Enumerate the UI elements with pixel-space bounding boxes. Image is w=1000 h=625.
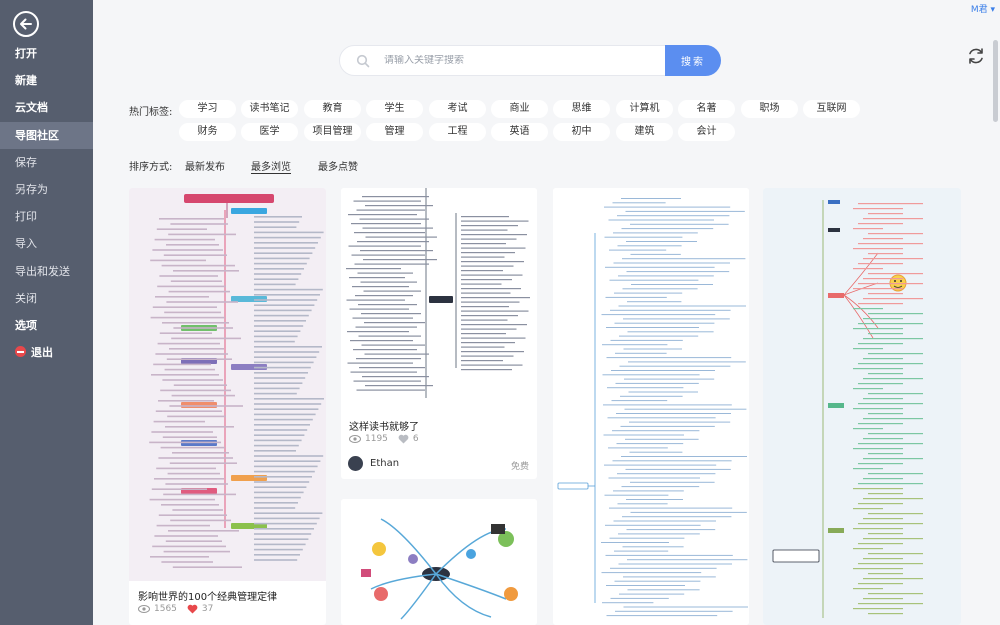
- mindmap-card[interactable]: [763, 188, 961, 625]
- search-input[interactable]: [384, 55, 654, 66]
- tag-chip[interactable]: 项目管理: [304, 123, 361, 141]
- sidebar-item-3[interactable]: 导图社区: [0, 121, 93, 149]
- heart-icon[interactable]: [187, 604, 198, 614]
- mindmap-card[interactable]: [553, 188, 749, 625]
- sidebar-item-9[interactable]: 关闭: [0, 285, 93, 312]
- sidebar-menu: 打开新建云文档导图社区保存另存为打印导入导出和发送关闭选项退出: [0, 40, 93, 366]
- sidebar-item-label: 选项: [15, 318, 37, 332]
- eye-icon: [349, 435, 361, 443]
- tag-chip[interactable]: 教育: [304, 100, 361, 118]
- caret-down-icon: ▾: [990, 5, 995, 15]
- sort-option[interactable]: 最多点赞: [318, 158, 358, 173]
- tag-chip[interactable]: 读书笔记: [241, 100, 298, 118]
- mindmap-thumbnail: [341, 499, 537, 625]
- tag-chip[interactable]: 计算机: [616, 100, 673, 118]
- mindmap-card[interactable]: [341, 499, 537, 625]
- tag-chip[interactable]: 名著: [678, 100, 735, 118]
- sort-label: 排序方式:: [129, 162, 173, 173]
- tags-label: 热门标签:: [129, 107, 173, 118]
- sidebar-item-6[interactable]: 打印: [0, 203, 93, 230]
- tag-chip[interactable]: 工程: [429, 123, 486, 141]
- avatar[interactable]: [348, 456, 363, 471]
- sidebar-item-7[interactable]: 导入: [0, 230, 93, 257]
- sidebar-item-label: 打开: [15, 47, 37, 60]
- sort-option[interactable]: 最多浏览: [251, 158, 291, 173]
- tag-chip[interactable]: 职场: [741, 100, 798, 118]
- scrollbar[interactable]: [993, 40, 998, 122]
- sidebar-item-2[interactable]: 云文档: [0, 94, 93, 121]
- eye-icon: [138, 605, 150, 613]
- tag-chip[interactable]: 英语: [491, 123, 548, 141]
- sidebar-item-11[interactable]: 退出: [0, 339, 93, 366]
- card-stats: 1565 37: [138, 604, 213, 614]
- tag-chip[interactable]: 财务: [179, 123, 236, 141]
- sidebar-item-label: 导出和发送: [15, 264, 70, 278]
- sidebar-item-label: 云文档: [15, 101, 48, 115]
- mindmap-thumbnail: [763, 188, 961, 625]
- user-menu[interactable]: M君 ▾: [971, 2, 995, 15]
- sidebar: 打开新建云文档导图社区保存另存为打印导入导出和发送关闭选项退出: [0, 0, 93, 625]
- tag-chip[interactable]: 思维: [553, 100, 610, 118]
- mindmap-card[interactable]: 这样读书就够了 1195 6 Ethan 免费: [341, 188, 537, 479]
- exit-icon: [15, 346, 26, 358]
- sidebar-item-8[interactable]: 导出和发送: [0, 258, 93, 285]
- sidebar-item-label: 新建: [15, 74, 37, 88]
- mindmap-card[interactable]: 影响世界的100个经典管理定律 1565 37: [129, 188, 326, 625]
- tag-chip[interactable]: 会计: [678, 123, 735, 141]
- tag-chip[interactable]: 互联网: [803, 100, 860, 118]
- sidebar-item-10[interactable]: 选项: [0, 312, 93, 339]
- tag-chip[interactable]: 建筑: [616, 123, 673, 141]
- tag-chip[interactable]: 商业: [491, 100, 548, 118]
- sidebar-item-label: 关闭: [15, 291, 37, 305]
- sidebar-item-label: 导图社区: [15, 128, 59, 142]
- sidebar-item-4[interactable]: 保存: [0, 149, 93, 176]
- search-icon: [356, 54, 370, 67]
- heart-icon[interactable]: [398, 434, 409, 444]
- refresh-icon[interactable]: [966, 46, 986, 66]
- sidebar-item-0[interactable]: 打开: [0, 40, 93, 67]
- card-stats: 1195 6: [349, 434, 419, 444]
- author-name[interactable]: Ethan: [370, 458, 399, 469]
- search-box: [339, 45, 666, 76]
- mindmap-thumbnail: [129, 188, 326, 581]
- user-name: M君: [970, 5, 988, 15]
- card-title[interactable]: 这样读书就够了: [349, 418, 419, 433]
- sidebar-item-label: 导入: [15, 237, 37, 251]
- view-count: 1195: [365, 434, 388, 444]
- mindmap-thumbnail: [341, 188, 537, 410]
- tag-chip[interactable]: 医学: [241, 123, 298, 141]
- main-content: M君 ▾ 搜索 热门标签: 学习读书笔记教育学生考试商业思维计算机名著职场互联网…: [93, 0, 1000, 625]
- sidebar-item-label: 打印: [15, 210, 37, 224]
- tag-chip[interactable]: 管理: [366, 123, 423, 141]
- search-button[interactable]: 搜索: [665, 45, 721, 76]
- back-arrow-icon[interactable]: [13, 11, 39, 37]
- sidebar-item-label: 退出: [31, 346, 53, 360]
- like-count: 6: [412, 434, 419, 444]
- tag-chip[interactable]: 初中: [553, 123, 610, 141]
- price-label: 免费: [510, 462, 529, 472]
- sidebar-item-label: 保存: [15, 155, 37, 169]
- sidebar-item-5[interactable]: 另存为: [0, 176, 93, 203]
- tag-chip[interactable]: 学习: [179, 100, 236, 118]
- card-title[interactable]: 影响世界的100个经典管理定律: [138, 588, 277, 603]
- mindmap-thumbnail: [553, 188, 749, 625]
- sidebar-item-1[interactable]: 新建: [0, 67, 93, 94]
- like-count: 37: [201, 604, 214, 614]
- sort-option[interactable]: 最新发布: [185, 158, 225, 173]
- tag-chip[interactable]: 考试: [429, 100, 486, 118]
- view-count: 1565: [154, 604, 177, 614]
- tag-chip[interactable]: 学生: [366, 100, 423, 118]
- sidebar-item-label: 另存为: [15, 182, 48, 196]
